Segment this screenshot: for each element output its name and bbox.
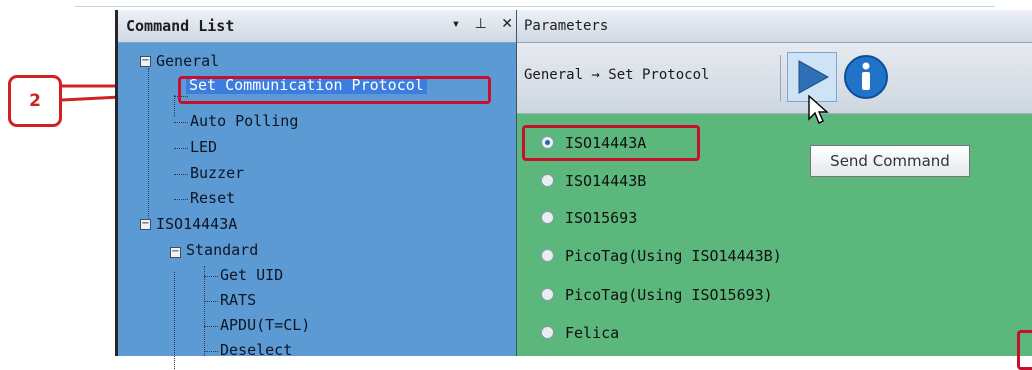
parameters-header: Parameters [517,10,1032,43]
tree-line [174,272,175,369]
tree-item-get-uid[interactable]: Get UID [220,266,283,284]
protocol-option-iso15693[interactable]: ISO15693 [541,209,637,227]
option-label: Felica [565,324,620,342]
tree-line [174,199,188,200]
tree-line [174,148,188,149]
panel-controls: ▾ ⊥ ✕ [446,16,513,32]
send-command-tooltip: Send Command [810,145,970,177]
tree-item-led[interactable]: LED [190,138,217,156]
dropdown-arrow-icon[interactable]: ▾ [452,16,460,32]
radio-unselected[interactable] [541,288,554,301]
info-icon [844,55,888,99]
tree-node-standard[interactable]: Standard [186,241,258,259]
tree-line [204,266,205,356]
info-button[interactable] [842,53,890,101]
command-list-header: Command List ▾ ⊥ ✕ [118,10,519,43]
option-label: ISO15693 [565,209,638,227]
tree-item-reset[interactable]: Reset [190,189,235,207]
breadcrumb: General → Set Protocol [524,67,710,83]
command-list-panel: Command List ▾ ⊥ ✕ − General Set Communi… [115,10,519,369]
tree-node-general[interactable]: General [156,52,219,70]
tree-line [204,326,218,327]
protocol-option-iso14443b[interactable]: ISO14443B [541,172,646,190]
radio-unselected[interactable] [541,174,554,187]
toolbar-separator [780,55,781,101]
protocol-option-picotag-14443b[interactable]: PicoTag(Using ISO14443B) [541,247,782,265]
parameters-toolbar: General → Set Protocol [517,43,1032,114]
tree-item-buzzer[interactable]: Buzzer [190,164,244,182]
protocol-option-felica[interactable]: Felica [541,324,619,342]
collapse-icon[interactable]: − [140,219,151,230]
tree-line [174,174,188,175]
protocol-option-picotag-15693[interactable]: PicoTag(Using ISO15693) [541,286,773,304]
highlight-box-partial [1017,330,1032,370]
option-label: ISO14443B [565,172,647,190]
mouse-cursor-icon [808,95,829,124]
tree-line [204,301,218,302]
highlight-box-option [522,125,700,161]
highlight-box-tree-item [178,76,491,104]
tree-item-apdu[interactable]: APDU(T=CL) [220,316,310,334]
parameters-panel: Parameters General → Set Protocol ISO144… [516,10,1032,356]
play-icon [798,60,830,94]
collapse-icon[interactable]: − [140,56,151,67]
radio-unselected[interactable] [541,249,554,262]
tree-line [174,122,188,123]
option-label: PicoTag(Using ISO15693) [565,286,773,304]
tree-line [174,95,175,117]
option-label: PicoTag(Using ISO14443B) [565,247,782,265]
command-list-title: Command List [126,17,235,35]
radio-unselected[interactable] [541,326,554,339]
tree-line [204,276,218,277]
radio-unselected[interactable] [541,211,554,224]
tree-item-auto-polling[interactable]: Auto Polling [190,112,298,130]
tree-item-deselect[interactable]: Deselect [220,341,292,359]
parameters-title: Parameters [524,18,609,34]
tree-item-rats[interactable]: RATS [220,291,256,309]
collapse-icon[interactable]: − [170,247,181,258]
tree-line [148,68,149,220]
pin-icon[interactable]: ⊥ [475,16,487,32]
tree-line [204,351,218,352]
tree-node-iso14443a[interactable]: ISO14443A [156,215,237,233]
close-icon[interactable]: ✕ [501,16,513,32]
